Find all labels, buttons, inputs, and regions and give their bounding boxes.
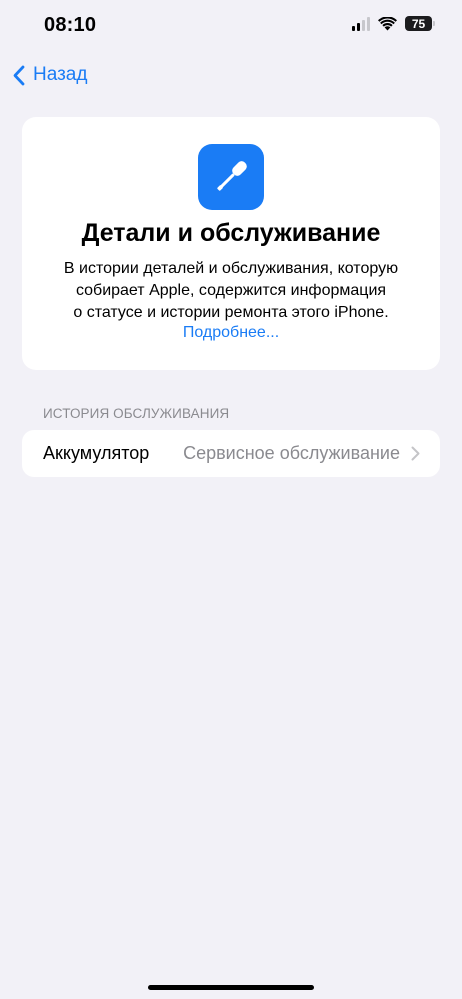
wifi-icon: [378, 16, 397, 30]
screwdriver-icon: [198, 144, 264, 210]
home-indicator[interactable]: [148, 985, 314, 990]
parts-service-card: Детали и обслуживание В истории деталей …: [22, 117, 440, 370]
status-bar: 08:10 75: [0, 0, 462, 52]
cellular-signal-icon: [352, 16, 370, 31]
card-description-line: В истории деталей и обслуживания, котору…: [63, 260, 399, 277]
back-button[interactable]: Назад: [12, 60, 87, 90]
card-title: Детали и обслуживание: [81, 219, 381, 247]
card-description-line: о статусе и истории ремонта этого iPhone…: [73, 304, 389, 321]
card-description: В истории деталей и обслуживания, котору…: [42, 258, 420, 324]
battery-icon: 75: [405, 16, 435, 31]
battery-service-row[interactable]: Аккумулятор Сервисное обслуживание: [22, 430, 440, 477]
learn-more-link[interactable]: Подробнее...: [22, 324, 440, 342]
back-label: Назад: [33, 64, 88, 85]
service-history-header: ИСТОРИЯ ОБСЛУЖИВАНИЯ: [43, 406, 230, 421]
status-icons: 75: [352, 16, 435, 31]
row-label: Аккумулятор: [43, 443, 150, 463]
chevron-left-icon: [13, 65, 25, 85]
status-time: 08:10: [44, 14, 97, 36]
chevron-right-icon: [411, 446, 420, 461]
card-description-line: собирает Apple, содержится информация: [75, 282, 387, 299]
battery-level: 75: [411, 16, 426, 31]
row-value: Сервисное обслуживание: [183, 443, 400, 463]
